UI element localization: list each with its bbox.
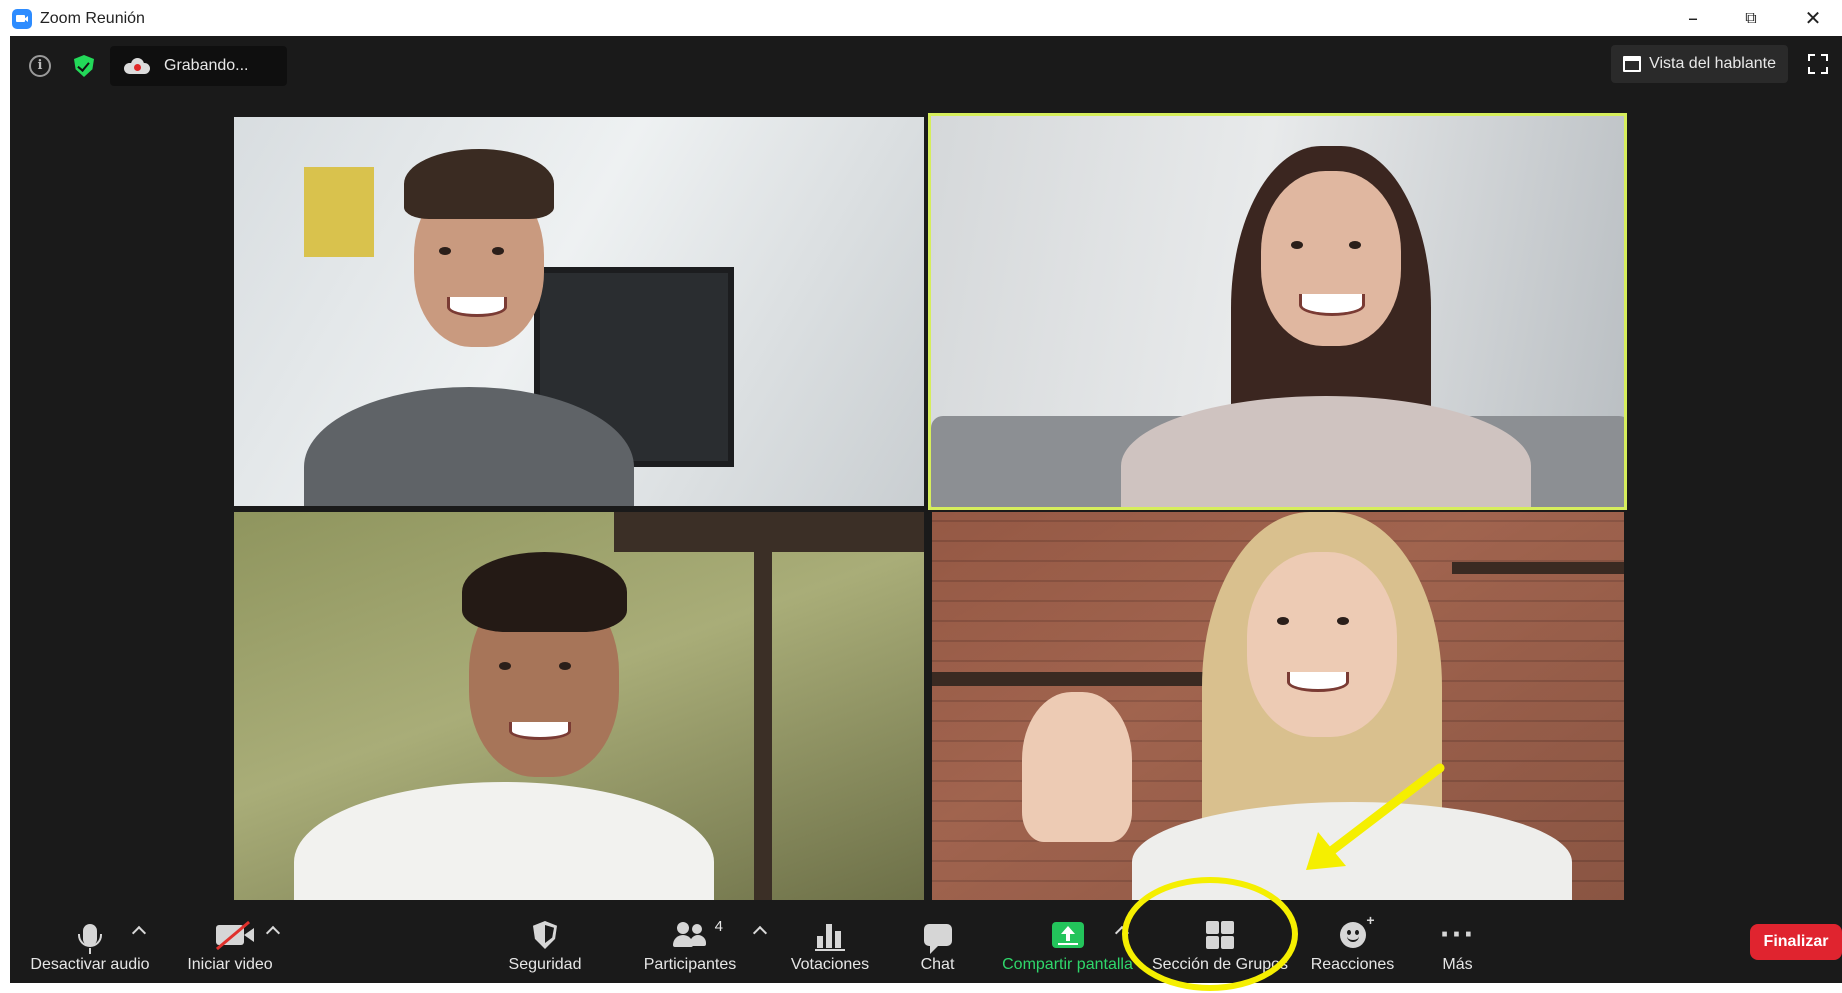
meeting-info-button[interactable]: i [22,48,58,84]
chat-icon [923,924,952,954]
info-icon: i [29,55,51,77]
start-video-button[interactable]: Iniciar video [170,904,290,983]
close-window-button[interactable]: ✕ [1792,4,1834,32]
share-screen-icon [1051,922,1084,948]
chat-button[interactable]: Chat [900,904,975,983]
cloud-record-icon [124,58,150,74]
encryption-button[interactable] [66,48,102,84]
mute-audio-label: Desactivar audio [30,956,150,973]
shield-check-icon [74,55,94,77]
participants-options-caret[interactable] [752,925,768,941]
mute-audio-button[interactable]: Desactivar audio [20,904,160,983]
speaker-view-button[interactable]: Vista del hablante [1611,45,1788,83]
participants-count: 4 [714,918,723,935]
video-tile-4[interactable] [932,512,1624,900]
polls-label: Votaciones [790,956,870,973]
more-label: Más [1442,956,1473,973]
breakout-rooms-label: Sección de Grupos [1151,956,1289,973]
window-title-bar: Zoom Reunión – ⧉ ✕ [0,0,1842,36]
speaker-view-label: Vista del hablante [1649,55,1776,72]
breakout-rooms-button[interactable]: Sección de Grupos [1145,904,1295,983]
reactions-button[interactable]: + Reacciones [1300,904,1405,983]
video-tile-1[interactable] [234,117,924,506]
security-label: Seguridad [508,956,582,973]
meeting-status-bar: i Grabando... [22,46,287,86]
reactions-icon: + [1339,913,1375,948]
participants-icon: 4 [673,918,723,948]
chat-label: Chat [920,956,955,973]
window-title: Zoom Reunión [40,10,145,27]
start-video-label: Iniciar video [187,956,273,973]
breakout-rooms-icon [1206,921,1234,949]
more-button[interactable]: ··· Más [1420,904,1495,983]
meeting-area: i Grabando... Vista del hablante [10,36,1842,983]
recording-label: Grabando... [164,57,249,74]
video-tile-2-active-speaker[interactable] [928,113,1627,510]
minimize-button[interactable]: – [1672,4,1714,32]
speaker-view-icon [1623,56,1642,72]
polls-icon [815,922,845,951]
more-icon: ··· [1439,920,1476,950]
recording-indicator[interactable]: Grabando... [110,46,287,86]
share-screen-label: Compartir pantalla [1002,956,1133,973]
fullscreen-icon[interactable] [1808,54,1828,74]
video-tile-3[interactable] [234,512,924,900]
reactions-label: Reacciones [1310,956,1395,973]
participants-button[interactable]: 4 Participantes [625,904,755,983]
microphone-icon [78,924,102,954]
view-controls: Vista del hablante [1611,44,1828,84]
camera-off-icon [215,920,254,951]
polls-button[interactable]: Votaciones [775,904,885,983]
shield-icon [533,921,557,949]
restore-button[interactable]: ⧉ [1730,4,1772,32]
share-screen-button[interactable]: Compartir pantalla [990,904,1145,983]
end-meeting-button[interactable]: Finalizar [1750,924,1842,960]
meeting-toolbar: Desactivar audio Iniciar video Seguridad… [10,904,1842,983]
participants-label: Participantes [643,956,737,973]
zoom-app-icon [12,9,32,29]
security-button[interactable]: Seguridad [490,904,600,983]
